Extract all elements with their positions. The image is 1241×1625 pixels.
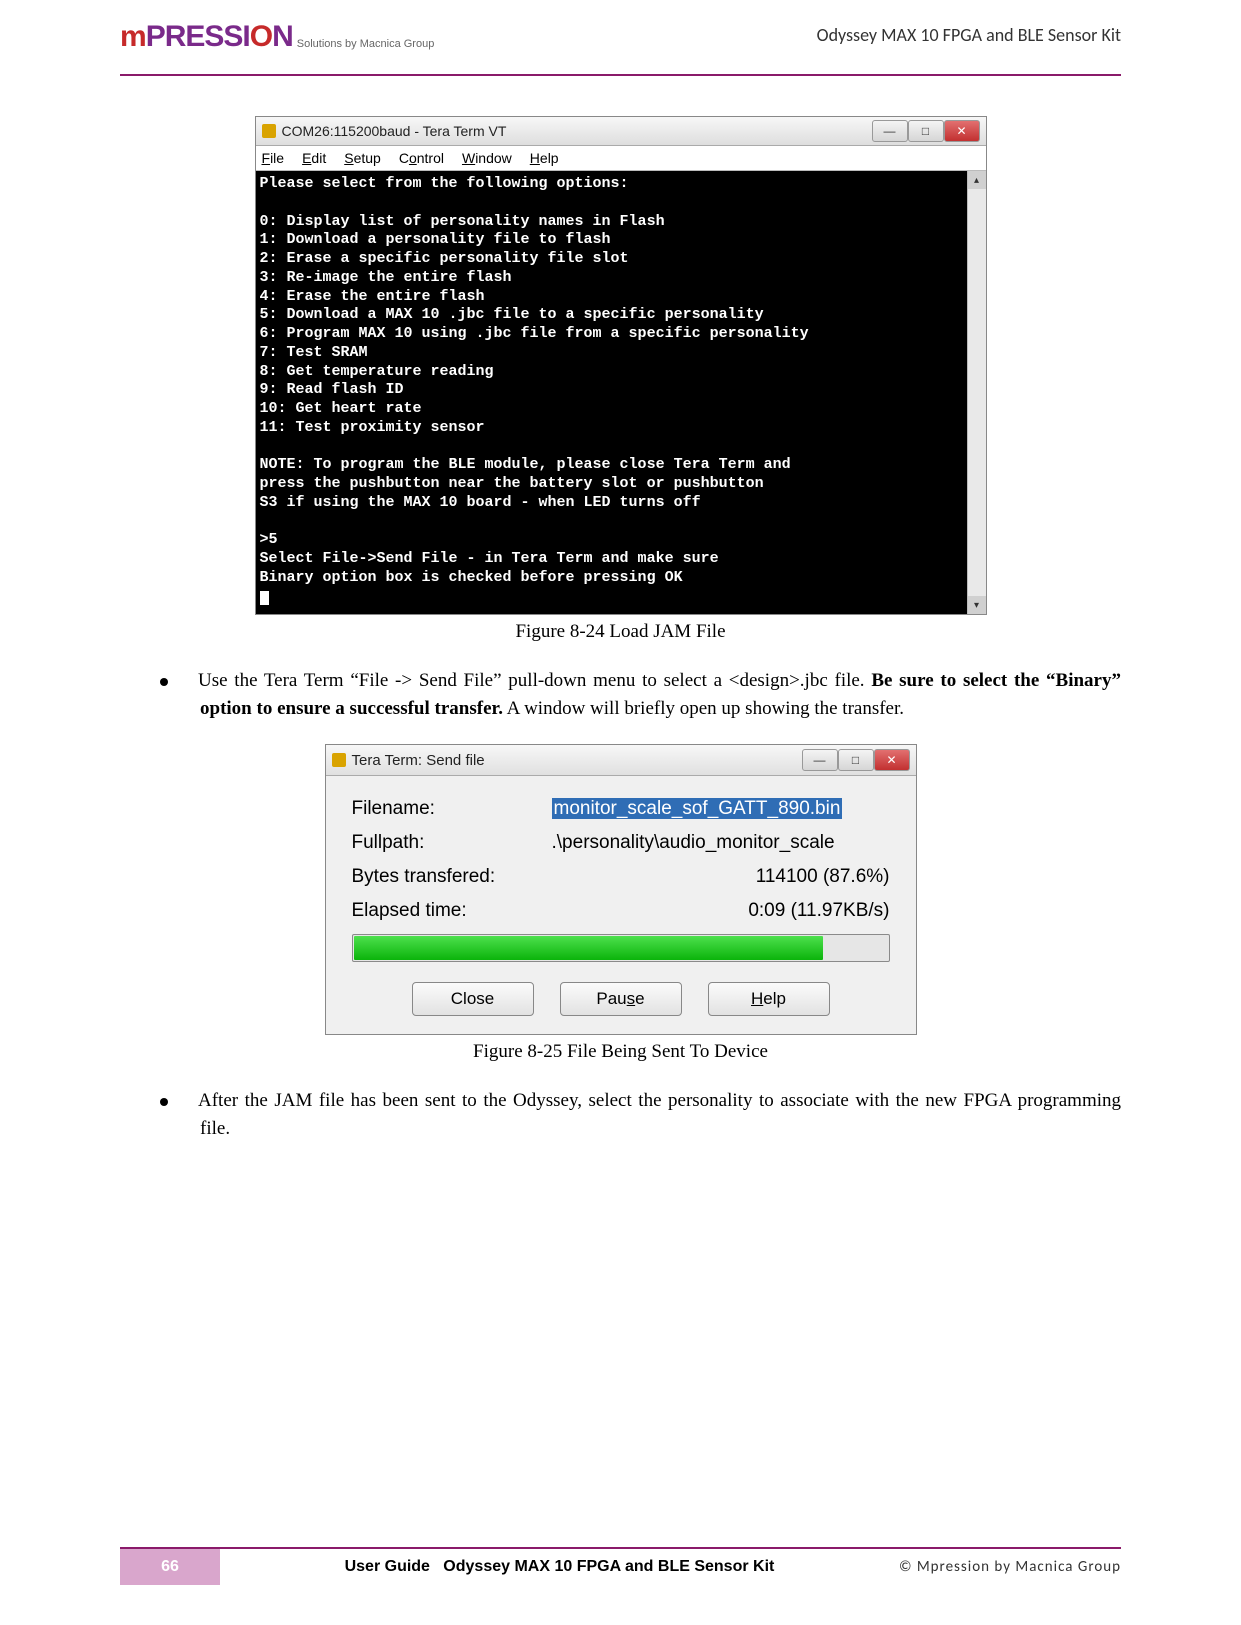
progress-fill <box>354 936 824 960</box>
menu-edit[interactable]: Edit <box>302 150 326 166</box>
logo: mPRESSION Solutions by Macnica Group <box>120 20 434 54</box>
pause-button[interactable]: Pause <box>560 982 682 1016</box>
dialog-buttons: Close Pause Help <box>352 982 890 1016</box>
dialog-minimize-button[interactable]: — <box>802 749 838 771</box>
menu-help[interactable]: Help <box>530 150 559 166</box>
filename-label: Filename: <box>352 798 552 820</box>
doc-title: Odyssey MAX 10 FPGA and BLE Sensor Kit <box>817 24 1121 46</box>
bytes-value: 114100 (87.6%) <box>756 866 890 888</box>
help-button[interactable]: Help <box>708 982 830 1016</box>
terminal-titlebar: COM26:115200baud - Tera Term VT — □ ✕ <box>256 117 986 146</box>
elapsed-label: Elapsed time: <box>352 900 467 922</box>
menu-setup[interactable]: Setup <box>344 150 381 166</box>
dialog-close-button[interactable]: ✕ <box>874 749 910 771</box>
filename-value: monitor_scale_sof_GATT_890.bin <box>552 798 843 819</box>
sendfile-dialog: Tera Term: Send file — □ ✕ Filename: mon… <box>325 744 917 1035</box>
logo-mark: mPRESSION <box>120 20 293 54</box>
footer-center: User Guide Odyssey MAX 10 FPGA and BLE S… <box>220 1558 899 1576</box>
header-rule <box>120 74 1121 76</box>
figure-caption-1: Figure 8-24 Load JAM File <box>120 621 1121 643</box>
elapsed-value: 0:09 (11.97KB/s) <box>748 900 889 922</box>
close-dialog-button[interactable]: Close <box>412 982 534 1016</box>
maximize-button[interactable]: □ <box>908 120 944 142</box>
bullet-dot-icon <box>160 678 168 686</box>
menu-window[interactable]: Window <box>462 150 512 166</box>
footer-user-guide: User Guide <box>345 1558 430 1575</box>
bullet-dot-icon <box>160 1098 168 1106</box>
logo-subtitle: Solutions by Macnica Group <box>297 38 435 50</box>
terminal-body: Please select from the following options… <box>256 171 986 614</box>
footer-doc-name: Odyssey MAX 10 FPGA and BLE Sensor Kit <box>443 1558 774 1575</box>
bullet2-text: After the JAM file has been sent to the … <box>198 1090 1121 1139</box>
page-header: mPRESSION Solutions by Macnica Group Ody… <box>120 20 1121 68</box>
dialog-icon <box>332 753 346 767</box>
terminal-icon <box>262 124 276 138</box>
page-number: 66 <box>120 1549 220 1585</box>
row-bytes: Bytes transfered: 114100 (87.6%) <box>352 866 890 888</box>
bullet1-post: A window will briefly open up showing th… <box>503 698 904 719</box>
terminal-scrollbar[interactable]: ▴▾ <box>967 171 986 614</box>
progress-bar <box>352 934 890 962</box>
close-button[interactable]: ✕ <box>944 120 980 142</box>
terminal-window: COM26:115200baud - Tera Term VT — □ ✕ Fi… <box>255 116 987 615</box>
scroll-up-icon[interactable]: ▴ <box>968 171 986 189</box>
scroll-down-icon[interactable]: ▾ <box>968 596 986 614</box>
terminal-cursor <box>260 591 269 605</box>
footer-copyright: © Mpression by Macnica Group <box>899 1558 1121 1576</box>
terminal-text: Please select from the following options… <box>260 175 809 586</box>
dialog-titlebar: Tera Term: Send file — □ ✕ <box>326 745 916 776</box>
figure-caption-2: Figure 8-25 File Being Sent To Device <box>120 1041 1121 1063</box>
dialog-body: Filename: monitor_scale_sof_GATT_890.bin… <box>326 776 916 1034</box>
row-fullpath: Fullpath: .\personality\audio_monitor_sc… <box>352 832 890 854</box>
bullet1-pre: Use the Tera Term “File -> Send File” pu… <box>198 670 871 691</box>
minimize-button[interactable]: — <box>872 120 908 142</box>
bullet-2: After the JAM file has been sent to the … <box>200 1087 1121 1142</box>
row-elapsed: Elapsed time: 0:09 (11.97KB/s) <box>352 900 890 922</box>
fullpath-value: .\personality\audio_monitor_scale <box>552 832 890 854</box>
page-footer: 66 User Guide Odyssey MAX 10 FPGA and BL… <box>0 1547 1241 1585</box>
window-buttons: — □ ✕ <box>872 120 980 142</box>
dialog-title: Tera Term: Send file <box>352 752 802 769</box>
fullpath-label: Fullpath: <box>352 832 552 854</box>
dialog-window-buttons: — □ ✕ <box>802 749 910 771</box>
menu-control[interactable]: Control <box>399 150 444 166</box>
bytes-label: Bytes transfered: <box>352 866 496 888</box>
menu-file[interactable]: File <box>262 150 285 166</box>
terminal-title: COM26:115200baud - Tera Term VT <box>282 123 872 139</box>
page: mPRESSION Solutions by Macnica Group Ody… <box>0 0 1241 1625</box>
terminal-menubar: File Edit Setup Control Window Help <box>256 146 986 171</box>
row-filename: Filename: monitor_scale_sof_GATT_890.bin <box>352 798 890 820</box>
dialog-maximize-button[interactable]: □ <box>838 749 874 771</box>
bullet-1: Use the Tera Term “File -> Send File” pu… <box>200 667 1121 722</box>
